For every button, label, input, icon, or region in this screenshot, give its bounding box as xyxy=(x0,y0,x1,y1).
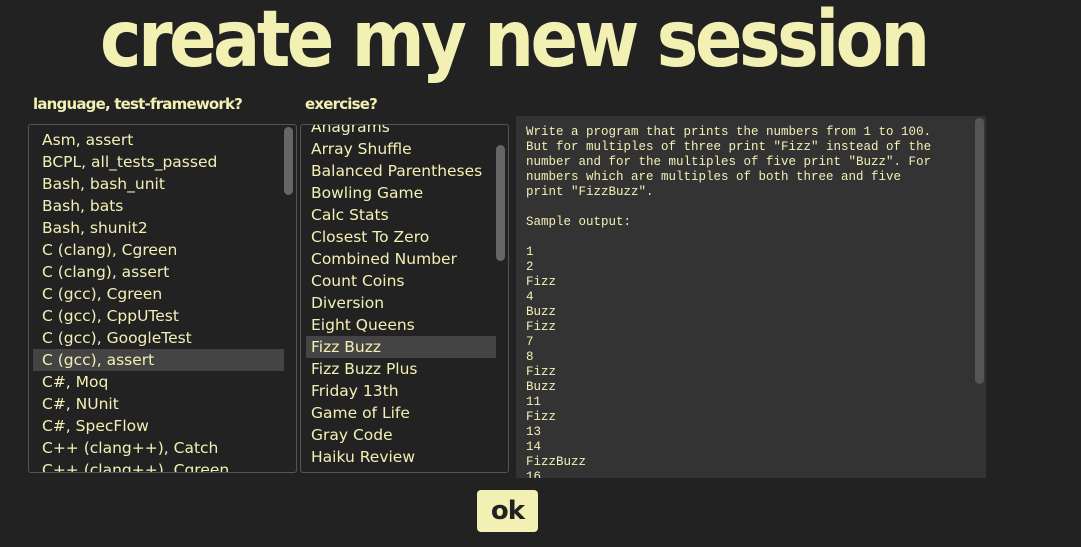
exercise-list-item[interactable]: Diversion xyxy=(306,292,496,314)
instructions-scroll-thumb[interactable] xyxy=(975,118,984,384)
exercise-list-item[interactable]: Fizz Buzz Plus xyxy=(306,358,496,380)
language-list-item[interactable]: Asm, assert xyxy=(33,129,284,151)
ok-button[interactable]: ok xyxy=(477,490,538,532)
exercise-list-item[interactable]: Game of Life xyxy=(306,402,496,424)
language-list-item[interactable]: C#, Moq xyxy=(33,371,284,393)
language-list-item[interactable]: C (clang), Cgreen xyxy=(33,239,284,261)
exercise-list-item[interactable]: Array Shuffle xyxy=(306,138,496,160)
language-list-scroll-thumb[interactable] xyxy=(284,127,293,195)
exercise-list-item[interactable]: Haiku Review xyxy=(306,446,496,468)
exercise-list-item[interactable]: Count Coins xyxy=(306,270,496,292)
language-list-scrollbar[interactable] xyxy=(284,127,294,470)
exercise-list[interactable]: Anagrams Array Shuffle Balanced Parenthese… xyxy=(300,124,509,473)
exercise-list-item[interactable]: Anagrams xyxy=(306,125,496,138)
exercise-list-item[interactable]: Friday 13th xyxy=(306,380,496,402)
language-list-item[interactable]: C++ (clang++), Cgreen xyxy=(33,459,284,472)
page-title: create my new session xyxy=(100,0,930,85)
exercise-list-scroll-thumb[interactable] xyxy=(496,145,505,261)
exercise-list-item[interactable]: Harry Potter xyxy=(306,468,496,472)
language-label: language, test-framework? xyxy=(33,95,243,113)
language-list-item[interactable]: BCPL, all_tests_passed xyxy=(33,151,284,173)
instructions-scrollbar[interactable] xyxy=(975,118,985,476)
language-list-item[interactable]: C (gcc), Cgreen xyxy=(33,283,284,305)
language-list-item[interactable]: C (clang), assert xyxy=(33,261,284,283)
language-list-item[interactable]: C (gcc), assert xyxy=(33,349,284,371)
language-list-item[interactable]: C (gcc), CppUTest xyxy=(33,305,284,327)
language-list-items: Asm, assert BCPL, all_tests_passed Bash, b… xyxy=(29,129,284,472)
instructions-text: Write a program that prints the numbers … xyxy=(526,125,932,478)
exercise-list-item[interactable]: Gray Code xyxy=(306,424,496,446)
exercise-list-item[interactable]: Bowling Game xyxy=(306,182,496,204)
language-list-item[interactable]: Bash, bats xyxy=(33,195,284,217)
exercise-list-item[interactable]: Combined Number xyxy=(306,248,496,270)
language-list-item[interactable]: C#, NUnit xyxy=(33,393,284,415)
exercise-list-scrollbar[interactable] xyxy=(496,127,506,470)
exercise-list-item[interactable]: Eight Queens xyxy=(306,314,496,336)
exercise-instructions[interactable]: Write a program that prints the numbers … xyxy=(516,116,986,478)
exercise-list-items: Anagrams Array Shuffle Balanced Parenthese… xyxy=(301,125,496,472)
language-list-item[interactable]: C#, SpecFlow xyxy=(33,415,284,437)
exercise-list-item[interactable]: Fizz Buzz xyxy=(306,336,496,358)
create-session-page: create my new session language, test-fra… xyxy=(0,0,1081,547)
language-list-item[interactable]: Bash, bash_unit xyxy=(33,173,284,195)
language-list[interactable]: Asm, assert BCPL, all_tests_passed Bash, b… xyxy=(28,124,297,473)
exercise-list-item[interactable]: Calc Stats xyxy=(306,204,496,226)
exercise-list-item[interactable]: Closest To Zero xyxy=(306,226,496,248)
exercise-list-item[interactable]: Balanced Parentheses xyxy=(306,160,496,182)
exercise-label: exercise? xyxy=(305,95,378,113)
language-list-item[interactable]: C (gcc), GoogleTest xyxy=(33,327,284,349)
language-list-item[interactable]: Bash, shunit2 xyxy=(33,217,284,239)
language-list-item[interactable]: C++ (clang++), Catch xyxy=(33,437,284,459)
